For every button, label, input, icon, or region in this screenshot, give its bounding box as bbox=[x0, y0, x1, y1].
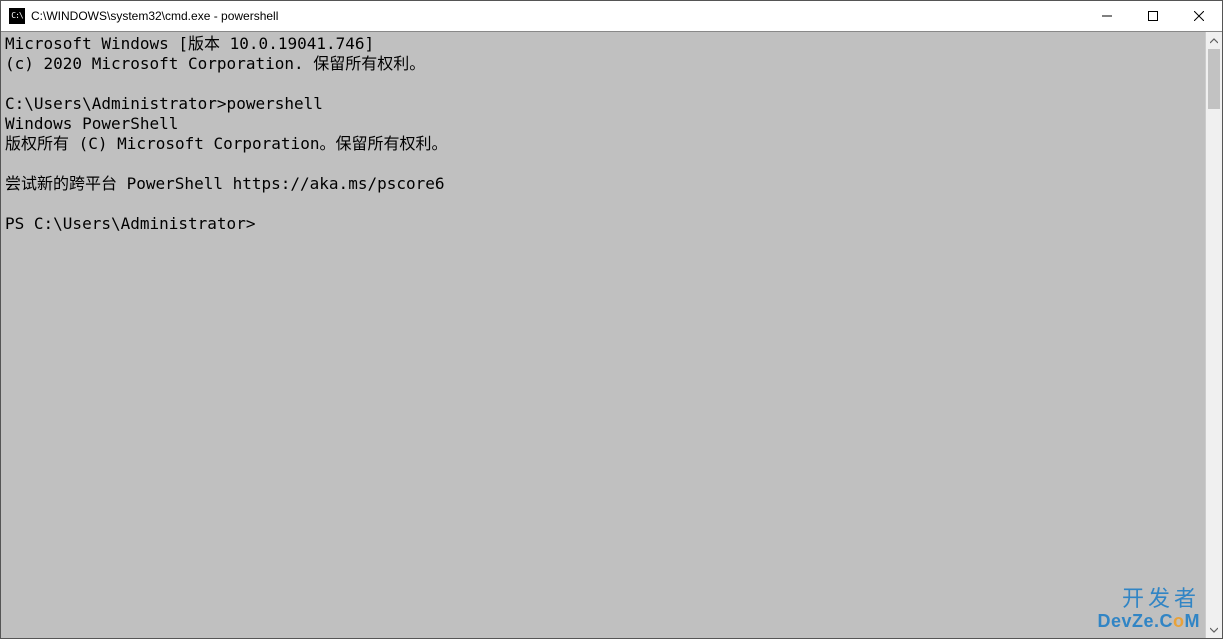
window-controls bbox=[1084, 1, 1222, 31]
terminal-line: 尝试新的跨平台 PowerShell https://aka.ms/pscore… bbox=[5, 174, 445, 193]
scroll-down-button[interactable] bbox=[1206, 621, 1222, 638]
maximize-button[interactable] bbox=[1130, 1, 1176, 31]
chevron-down-icon bbox=[1210, 626, 1218, 634]
terminal-content[interactable]: Microsoft Windows [版本 10.0.19041.746] (c… bbox=[1, 32, 1205, 638]
maximize-icon bbox=[1148, 11, 1158, 21]
vertical-scrollbar[interactable] bbox=[1205, 32, 1222, 638]
terminal-line: 版权所有 (C) Microsoft Corporation。保留所有权利。 bbox=[5, 134, 447, 153]
minimize-button[interactable] bbox=[1084, 1, 1130, 31]
terminal-line: PS C:\Users\Administrator> bbox=[5, 214, 255, 233]
cmd-icon: C:\ bbox=[9, 8, 25, 24]
scroll-track[interactable] bbox=[1206, 49, 1222, 621]
terminal-line: Windows PowerShell bbox=[5, 114, 178, 133]
chevron-up-icon bbox=[1210, 37, 1218, 45]
minimize-icon bbox=[1102, 11, 1112, 21]
terminal-line: (c) 2020 Microsoft Corporation. 保留所有权利。 bbox=[5, 54, 425, 73]
window-title: C:\WINDOWS\system32\cmd.exe - powershell bbox=[31, 9, 1084, 23]
scroll-thumb[interactable] bbox=[1208, 49, 1220, 109]
cmd-icon-glyph: C:\ bbox=[11, 12, 22, 20]
terminal-line: C:\Users\Administrator>powershell bbox=[5, 94, 323, 113]
titlebar[interactable]: C:\ C:\WINDOWS\system32\cmd.exe - powers… bbox=[1, 1, 1222, 32]
cmd-window: C:\ C:\WINDOWS\system32\cmd.exe - powers… bbox=[0, 0, 1223, 639]
close-icon bbox=[1194, 11, 1204, 21]
terminal-line: Microsoft Windows [版本 10.0.19041.746] bbox=[5, 34, 374, 53]
scroll-up-button[interactable] bbox=[1206, 32, 1222, 49]
close-button[interactable] bbox=[1176, 1, 1222, 31]
terminal-body: Microsoft Windows [版本 10.0.19041.746] (c… bbox=[1, 32, 1222, 638]
